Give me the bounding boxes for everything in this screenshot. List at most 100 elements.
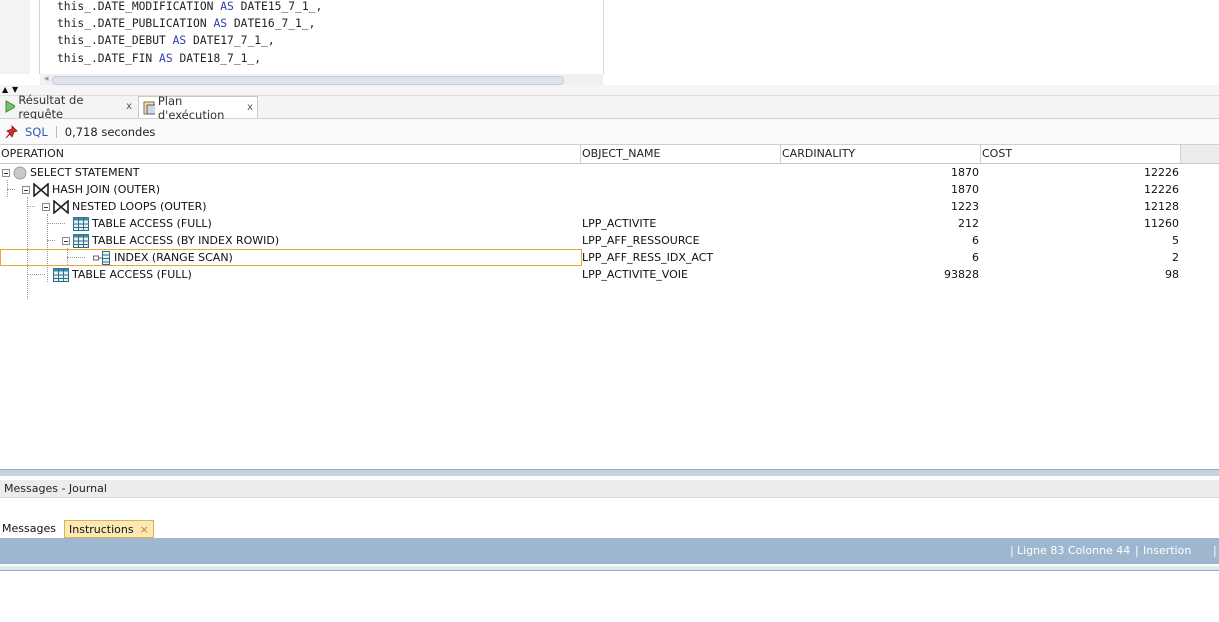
status-separator: | bbox=[1135, 544, 1139, 557]
toolbar-separator bbox=[55, 125, 57, 138]
index-icon bbox=[93, 250, 111, 265]
messages-panel-title-text: Messages - Journal bbox=[4, 482, 107, 495]
operation-cell[interactable]: SELECT STATEMENT bbox=[2, 164, 139, 181]
tab-label: Instructions bbox=[69, 523, 134, 536]
plan-row[interactable]: SELECT STATEMENT 1870 12226 bbox=[0, 164, 1219, 181]
join-icon bbox=[53, 199, 69, 214]
cost-cell: 98 bbox=[1165, 268, 1179, 281]
cost-cell: 5 bbox=[1172, 234, 1179, 247]
column-header-object-name[interactable]: OBJECT_NAME bbox=[581, 145, 781, 163]
scroll-thumb[interactable] bbox=[52, 76, 564, 85]
elapsed-time: 0,718 secondes bbox=[64, 124, 156, 139]
cost-cell: 11260 bbox=[1144, 217, 1179, 230]
status-separator: | bbox=[1213, 544, 1217, 557]
tree-connector bbox=[27, 206, 35, 207]
object-name-cell: LPP_ACTIVITE bbox=[582, 217, 657, 230]
collapse-toggle-icon[interactable] bbox=[62, 236, 70, 245]
cardinality-cell: 6 bbox=[972, 234, 979, 247]
collapse-down-icon[interactable]: ▼ bbox=[12, 85, 18, 95]
column-header-operation[interactable]: OPERATION bbox=[0, 145, 581, 163]
statement-icon bbox=[13, 166, 27, 180]
tree-connector bbox=[47, 240, 55, 241]
operation-cell[interactable]: HASH JOIN (OUTER) bbox=[22, 181, 160, 198]
cardinality-cell: 1870 bbox=[951, 183, 979, 196]
table-icon bbox=[73, 233, 89, 248]
plan-row[interactable]: NESTED LOOPS (OUTER) 1223 12128 bbox=[0, 198, 1219, 215]
collapse-toggle-icon[interactable] bbox=[22, 185, 30, 194]
cardinality-cell: 1870 bbox=[951, 166, 979, 179]
editor-right-margin bbox=[603, 0, 604, 74]
editor-horizontal-scrollbar[interactable]: ◂ bbox=[40, 74, 603, 85]
editor-gutter bbox=[0, 0, 30, 74]
sql-link[interactable]: SQL bbox=[25, 125, 48, 139]
cursor-position: Ligne 83 Colonne 44 bbox=[1017, 544, 1131, 557]
tree-connector bbox=[7, 189, 15, 190]
operation-cell[interactable]: NESTED LOOPS (OUTER) bbox=[42, 198, 207, 215]
tree-connector bbox=[27, 274, 45, 275]
collapse-toggle-icon[interactable] bbox=[2, 168, 10, 177]
operation-text: SELECT STATEMENT bbox=[30, 166, 140, 179]
cost-cell: 2 bbox=[1172, 251, 1179, 264]
tab-label: Plan d'exécution bbox=[157, 93, 225, 122]
operation-cell[interactable]: TABLE ACCESS (FULL) bbox=[73, 215, 212, 232]
operation-text: HASH JOIN (OUTER) bbox=[52, 183, 161, 196]
object-name-cell: LPP_AFF_RESS_IDX_ACT bbox=[582, 251, 714, 264]
table-icon bbox=[53, 267, 69, 282]
tree-guide bbox=[47, 214, 48, 282]
pin-icon[interactable] bbox=[5, 124, 19, 139]
object-name-cell: LPP_ACTIVITE_VOIE bbox=[582, 268, 688, 281]
messages-panel-title: Messages - Journal bbox=[0, 480, 1219, 498]
edit-mode: Insertion bbox=[1143, 544, 1192, 557]
close-icon[interactable]: x bbox=[126, 101, 132, 112]
column-header-cost[interactable]: COST bbox=[981, 145, 1181, 163]
plan-row[interactable]: TABLE ACCESS (BY INDEX ROWID) LPP_AFF_RES… bbox=[0, 232, 1219, 249]
operation-text: TABLE ACCESS (FULL) bbox=[92, 217, 212, 230]
operation-cell[interactable]: TABLE ACCESS (BY INDEX ROWID) bbox=[62, 232, 279, 249]
status-separator: | bbox=[1010, 544, 1014, 557]
tree-connector bbox=[47, 223, 65, 224]
plan-rows: SELECT STATEMENT 1870 12226 HASH JOIN (OUTE… bbox=[0, 164, 1219, 283]
cardinality-cell: 212 bbox=[958, 217, 979, 230]
play-icon bbox=[5, 100, 16, 113]
sql-code[interactable]: this_.DATE_MODIFICATION AS DATE15_7_1_, … bbox=[57, 0, 322, 67]
plan-row[interactable]: TABLE ACCESS (FULL) LPP_ACTIVITE_VOIE 9382… bbox=[0, 266, 1219, 283]
close-icon[interactable]: × bbox=[140, 523, 149, 536]
tab-explain-plan[interactable]: Plan d'exécution x bbox=[138, 94, 258, 122]
tree-connector bbox=[67, 257, 85, 258]
close-icon[interactable]: x bbox=[247, 102, 253, 113]
plan-row[interactable]: HASH JOIN (OUTER) 1870 12226 bbox=[0, 181, 1219, 198]
cardinality-cell: 1223 bbox=[951, 200, 979, 213]
plan-row[interactable]: TABLE ACCESS (FULL) LPP_ACTIVITE 212 11260 bbox=[0, 215, 1219, 232]
code-line: this_.DATE_FIN AS DATE18_7_1_, bbox=[57, 51, 262, 65]
code-line: this_.DATE_DEBUT AS DATE17_7_1_, bbox=[57, 34, 275, 48]
object-name-cell bbox=[582, 181, 777, 198]
tree-guide bbox=[7, 180, 8, 197]
sql-editor[interactable]: this_.DATE_MODIFICATION AS DATE15_7_1_, … bbox=[0, 0, 1219, 74]
table-icon bbox=[73, 216, 89, 231]
bottom-tab-bar: Messages Instructions × bbox=[0, 520, 1219, 538]
explain-plan-grid[interactable]: OPERATION OBJECT_NAME CARDINALITY COST S… bbox=[0, 145, 1219, 299]
tab-label: Messages bbox=[2, 522, 56, 535]
tab-messages[interactable]: Messages bbox=[0, 520, 58, 538]
operation-cell[interactable]: TABLE ACCESS (FULL) bbox=[53, 266, 192, 283]
tab-query-result[interactable]: Résultat de requête x bbox=[0, 93, 136, 121]
plan-row[interactable]: INDEX (RANGE SCAN) LPP_AFF_RESS_IDX_ACT 6 2 bbox=[0, 249, 1219, 266]
tab-instructions[interactable]: Instructions × bbox=[64, 520, 154, 538]
panel-splitter[interactable] bbox=[0, 469, 1219, 476]
operation-cell[interactable]: INDEX (RANGE SCAN) bbox=[93, 249, 233, 266]
cost-cell: 12226 bbox=[1144, 183, 1179, 196]
cost-cell: 12128 bbox=[1144, 200, 1179, 213]
tab-label: Résultat de requête bbox=[18, 92, 84, 121]
scroll-left-icon[interactable]: ◂ bbox=[44, 74, 49, 85]
grid-header: OPERATION OBJECT_NAME CARDINALITY COST bbox=[0, 145, 1219, 164]
operation-text: TABLE ACCESS (FULL) bbox=[72, 268, 192, 281]
operation-text: INDEX (RANGE SCAN) bbox=[114, 251, 233, 264]
column-header-cardinality[interactable]: CARDINALITY bbox=[781, 145, 981, 163]
explain-plan-icon bbox=[143, 101, 155, 114]
cardinality-cell: 93828 bbox=[944, 268, 979, 281]
collapse-toggle-icon[interactable] bbox=[42, 202, 50, 211]
collapse-up-icon[interactable]: ▲ bbox=[2, 85, 8, 95]
status-bar: | Ligne 83 Colonne 44 | Insertion | bbox=[0, 538, 1219, 564]
selection-frame bbox=[0, 249, 582, 266]
operation-text: TABLE ACCESS (BY INDEX ROWID) bbox=[92, 234, 280, 247]
